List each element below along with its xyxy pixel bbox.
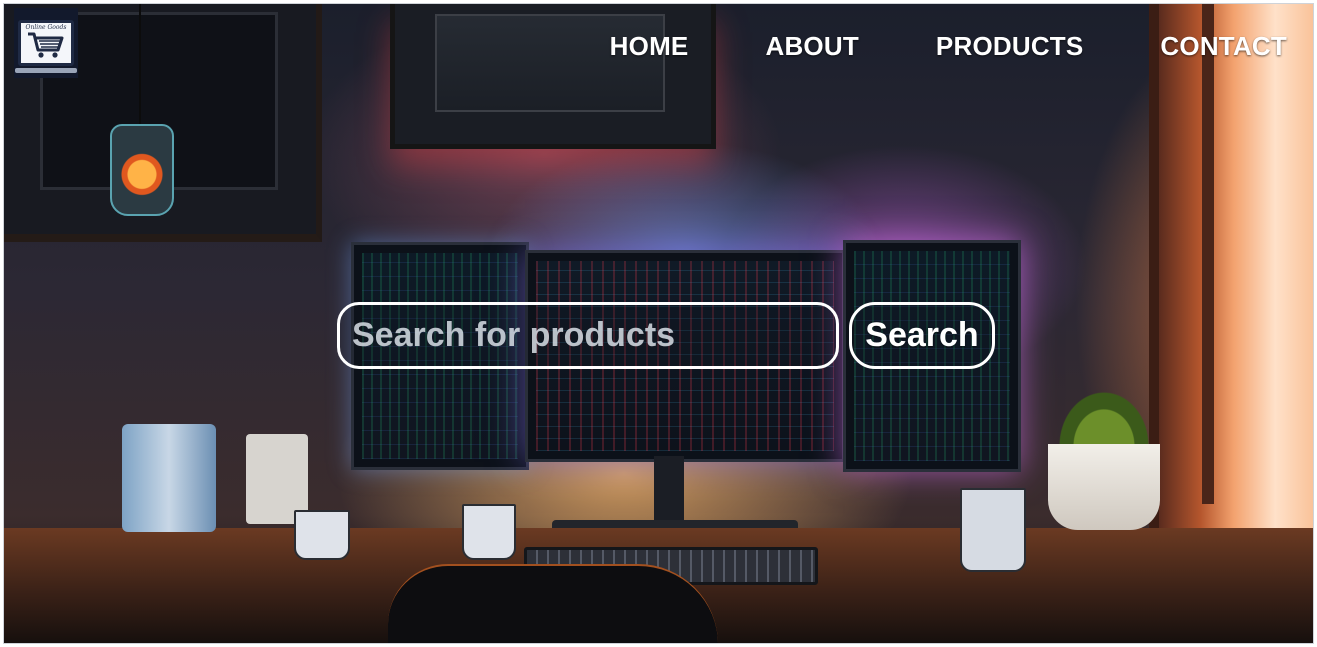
search-button[interactable]: Search <box>849 302 995 369</box>
pendant-lamp <box>110 124 174 216</box>
plant-leaves <box>1054 386 1154 446</box>
laptop-icon: Online Goods <box>15 20 77 73</box>
search-input[interactable] <box>337 302 839 369</box>
page-frame: Online Goods HOME ABOUT PRODUCTS CONTACT… <box>3 3 1314 644</box>
nav-item-contact[interactable]: CONTACT <box>1160 31 1287 62</box>
coffee-mug-right <box>960 488 1026 572</box>
window <box>1149 4 1313 564</box>
main-nav: HOME ABOUT PRODUCTS CONTACT <box>610 26 1287 66</box>
plant-pot <box>1048 444 1160 530</box>
nav-item-products[interactable]: PRODUCTS <box>936 31 1084 62</box>
nav-item-about[interactable]: ABOUT <box>765 31 858 62</box>
lamp-cord <box>139 4 141 124</box>
nav-item-home[interactable]: HOME <box>610 31 689 62</box>
pencil-cup <box>122 424 216 532</box>
site-logo[interactable]: Online Goods <box>14 8 78 78</box>
window-mullion <box>1202 4 1214 504</box>
laptop-base <box>15 68 77 73</box>
monitor-stand <box>654 456 684 520</box>
coffee-cup-left <box>294 510 350 560</box>
chair <box>388 564 718 643</box>
shopping-cart-icon <box>28 32 64 58</box>
coffee-cup-center <box>462 504 516 560</box>
